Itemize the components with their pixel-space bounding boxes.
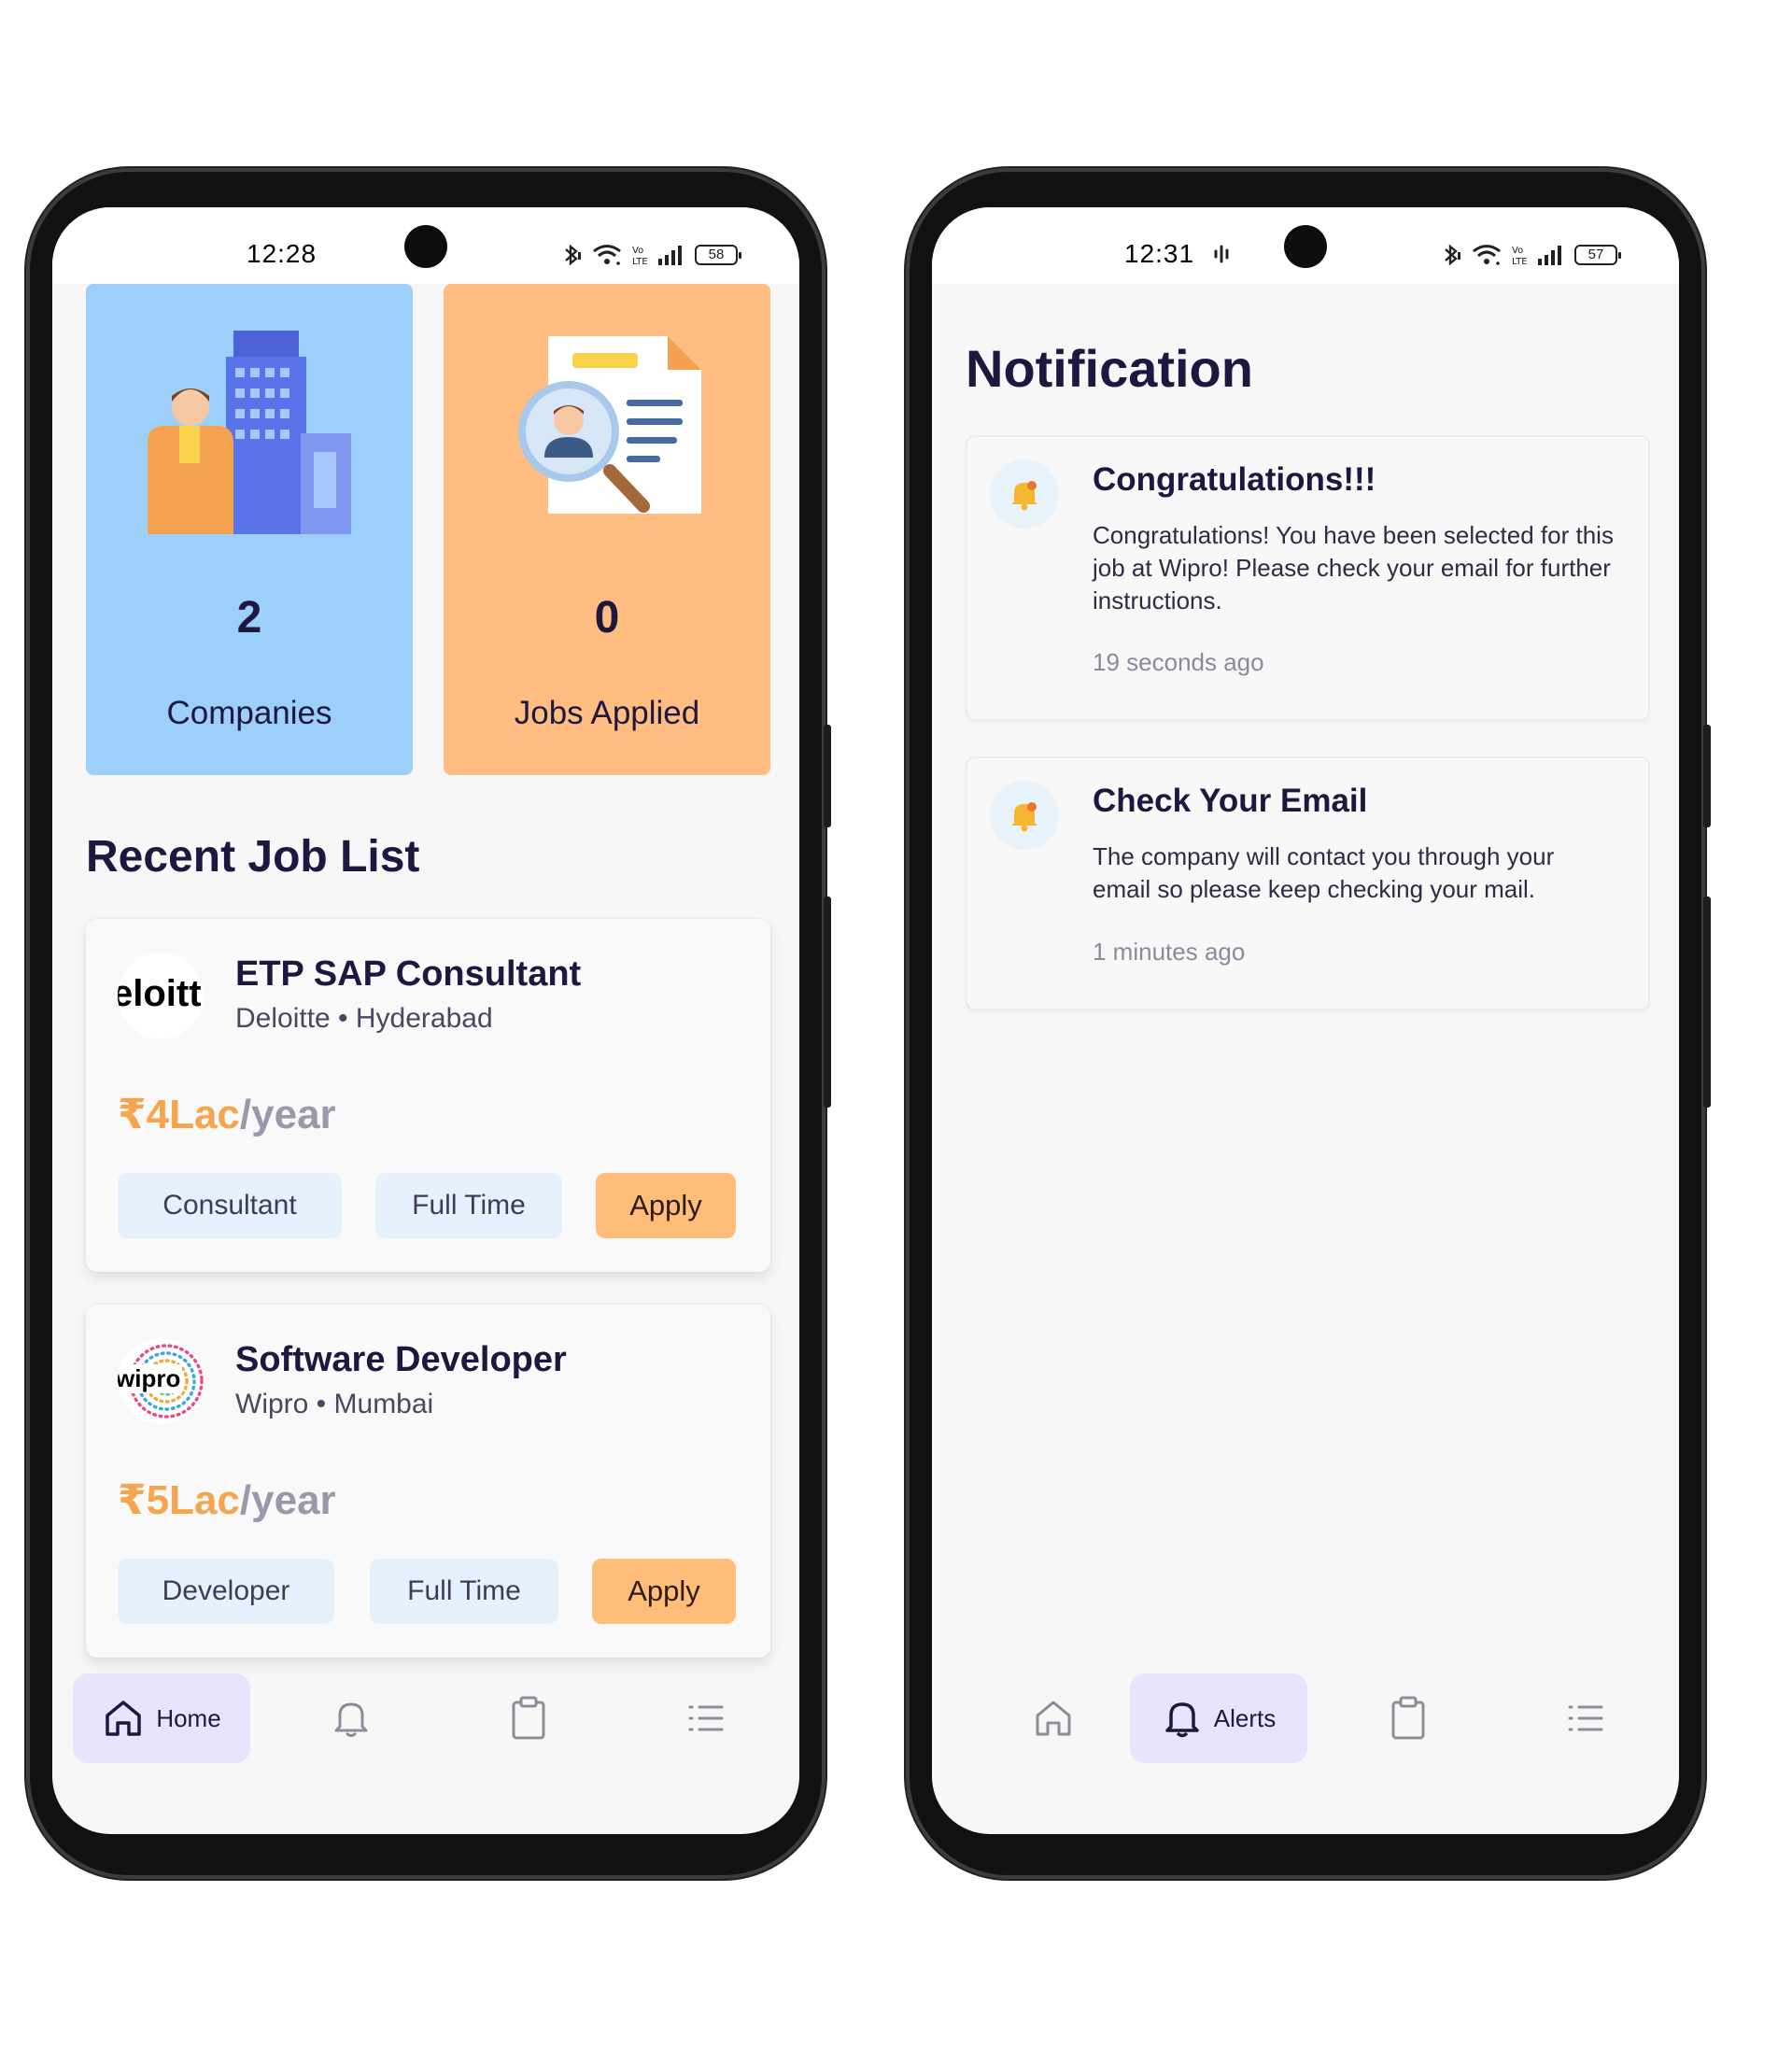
apply-button[interactable]: Apply <box>592 1559 736 1624</box>
home-icon <box>1036 1701 1071 1736</box>
home-icon <box>106 1701 142 1736</box>
wifi-icon <box>593 245 621 265</box>
battery-icon: 58 <box>695 245 741 265</box>
front-camera <box>1284 225 1327 268</box>
companies-label: Companies <box>166 695 332 731</box>
company-logo-text: eloitt <box>118 973 202 1014</box>
notification-item[interactable]: Check Your Email The company will contac… <box>966 756 1650 1010</box>
nav-applied[interactable] <box>1362 1673 1455 1763</box>
nav-home-label: Home <box>156 1703 221 1732</box>
company-logo: wipro <box>118 1338 204 1424</box>
job-search-illustration <box>518 336 701 514</box>
companies-count: 2 <box>236 593 262 642</box>
bell-icon <box>1011 481 1037 511</box>
salary-period: /year <box>239 1092 336 1137</box>
jobs-applied-count: 0 <box>594 593 620 642</box>
nav-alerts[interactable] <box>304 1673 398 1763</box>
list-icon <box>1568 1705 1603 1731</box>
nav-menu[interactable] <box>1539 1673 1632 1763</box>
status-time: 12:31 <box>1124 239 1195 268</box>
signal-icon <box>658 246 682 265</box>
job-card[interactable]: eloitt ETP SAP Consultant Deloitte • Hyd… <box>86 919 770 1272</box>
svg-text:LTE: LTE <box>1512 257 1528 267</box>
job-salary: ₹5Lac/year <box>118 1476 336 1524</box>
notification-screen: 12:31 Vo LTE 57 Notification Congratulati… <box>932 207 1679 1834</box>
job-tag-type: Full Time <box>370 1559 558 1624</box>
svg-text:Vo: Vo <box>632 246 643 256</box>
voice-activity-icon <box>1214 245 1229 263</box>
phone-home: 12:28 Vo LTE 58 2 Companies 0 Jobs Appli… <box>26 168 831 1879</box>
company-logo: eloitt <box>118 953 204 1038</box>
volte-icon: VoLTE <box>632 246 648 267</box>
notification-time: 1 minutes ago <box>1093 938 1246 966</box>
nav-home[interactable]: Home <box>73 1673 250 1763</box>
salary-period: /year <box>239 1477 336 1523</box>
job-company-location: Deloitte • Hyderabad <box>235 1003 493 1034</box>
job-company-location: Wipro • Mumbai <box>235 1389 434 1419</box>
notification-item[interactable]: Congratulations!!! Congratulations! You … <box>966 435 1650 721</box>
job-salary: ₹4Lac/year <box>118 1091 336 1138</box>
job-card[interactable]: wipro Software Developer Wipro • Mumbai … <box>86 1305 770 1658</box>
section-title: Recent Job List <box>86 832 420 882</box>
companies-card[interactable]: 2 Companies <box>86 284 413 775</box>
bluetooth-icon <box>1445 244 1460 266</box>
bell-icon <box>1165 1702 1199 1738</box>
svg-text:Vo: Vo <box>1512 246 1523 256</box>
phone-notifications: 12:31 Vo LTE 57 Notification Congratulati… <box>906 168 1711 1879</box>
job-title: ETP SAP Consultant <box>235 954 582 994</box>
status-icons: Vo LTE 57 <box>1442 243 1621 267</box>
front-camera <box>404 225 447 268</box>
salary-amount: ₹4Lac <box>118 1092 240 1137</box>
jobs-applied-card[interactable]: 0 Jobs Applied <box>444 284 770 775</box>
notification-bell-badge <box>990 781 1059 850</box>
job-tag-role: Developer <box>118 1559 334 1624</box>
svg-text:LTE: LTE <box>632 257 648 267</box>
clipboard-icon <box>512 1696 545 1740</box>
wifi-icon <box>1473 245 1501 265</box>
bluetooth-icon <box>565 244 581 266</box>
page-title: Notification <box>966 339 1253 398</box>
nav-alerts[interactable]: Alerts <box>1130 1673 1307 1763</box>
clipboard-icon <box>1391 1696 1425 1740</box>
nav-home[interactable] <box>1007 1673 1100 1763</box>
notification-bell-badge <box>990 459 1059 529</box>
signal-icon <box>1538 246 1561 265</box>
status-time: 12:28 <box>247 239 317 268</box>
bell-icon <box>1011 802 1037 832</box>
nav-alerts-label: Alerts <box>1213 1703 1277 1732</box>
status-icons: Vo LTE 58 <box>562 243 741 267</box>
notification-title: Check Your Email <box>1093 783 1368 819</box>
office-building-illustration <box>148 331 351 534</box>
apply-button[interactable]: Apply <box>596 1173 736 1238</box>
list-icon <box>688 1705 724 1731</box>
notification-title: Congratulations!!! <box>1093 461 1376 498</box>
bottom-nav: Home <box>52 1673 799 1776</box>
company-logo-text: wipro <box>118 1364 183 1393</box>
job-tag-role: Consultant <box>118 1173 342 1238</box>
notification-body: Congratulations! You have been selected … <box>1093 521 1614 614</box>
salary-amount: ₹5Lac <box>118 1477 240 1523</box>
volte-icon: VoLTE <box>1512 246 1528 267</box>
job-title: Software Developer <box>235 1340 567 1379</box>
nav-applied[interactable] <box>482 1673 575 1763</box>
notification-time: 19 seconds ago <box>1093 648 1264 676</box>
jobs-applied-label: Jobs Applied <box>514 695 700 731</box>
bottom-nav: Alerts <box>932 1673 1679 1776</box>
bell-icon <box>334 1702 368 1737</box>
battery-icon: 57 <box>1574 245 1621 265</box>
notification-body: The company will contact you through you… <box>1093 842 1555 903</box>
home-screen: 12:28 Vo LTE 58 2 Companies 0 Jobs Appli… <box>52 207 799 1834</box>
job-tag-type: Full Time <box>375 1173 562 1238</box>
nav-menu[interactable] <box>659 1673 753 1763</box>
